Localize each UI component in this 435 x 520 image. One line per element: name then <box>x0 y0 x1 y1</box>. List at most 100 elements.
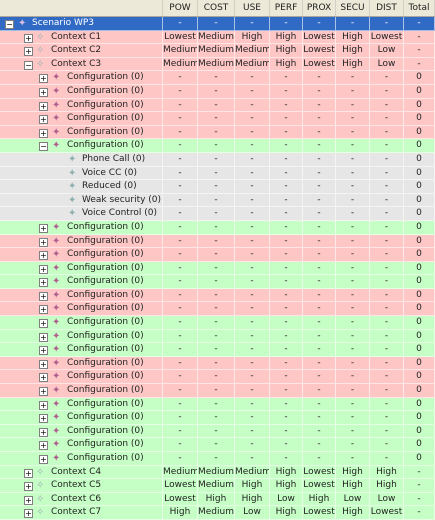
tree-row[interactable]: + ✦ Configuration (0) - - - - - - -0 <box>0 125 435 140</box>
expand-icon[interactable]: + <box>39 441 48 451</box>
tree-row-label: Configuration (0) <box>67 262 144 273</box>
expand-icon[interactable]: + <box>39 387 48 397</box>
tree-row[interactable]: + ✦ Configuration (0) - - - - - - -0 <box>0 370 435 385</box>
tree-row[interactable]: + ✦ Configuration (0) - - - - - - -0 <box>0 302 435 317</box>
expand-icon[interactable]: + <box>39 223 48 233</box>
tree-row-label: Context C5 <box>51 480 102 491</box>
tree-row[interactable]: + ✦ Configuration (0) - - - - - - -0 <box>0 384 435 398</box>
column-header-cost[interactable]: COST <box>198 0 235 16</box>
expand-icon[interactable]: + <box>39 414 48 424</box>
expand-icon[interactable]: + <box>39 346 48 356</box>
cell-use: - <box>235 248 270 261</box>
expand-icon[interactable]: + <box>24 47 33 57</box>
expand-icon[interactable]: + <box>39 319 48 329</box>
cell-use: - <box>235 343 270 356</box>
expand-icon[interactable]: + <box>39 278 48 288</box>
expand-icon[interactable]: + <box>39 101 48 111</box>
tree-row[interactable]: ✦ Phone Call (0) - - - - - - -0 <box>0 152 435 167</box>
tree-row[interactable]: + ✦ Configuration (0) - - - - - - -0 <box>0 248 435 262</box>
expand-icon[interactable]: + <box>39 291 48 301</box>
expand-icon[interactable]: + <box>39 264 48 274</box>
tree-row[interactable]: + ✦ Configuration (0) - - - - - - -0 <box>0 316 435 330</box>
tree-row[interactable]: + ✦ Configuration (0) - - - - - - -0 <box>0 98 435 113</box>
tree-row[interactable]: + ✦ Configuration (0) - - - - - - -0 <box>0 234 435 249</box>
column-header-dist[interactable]: DIST <box>370 0 404 16</box>
tree-row[interactable]: + ✦ Configuration (0) - - - - - - -0 <box>0 261 435 276</box>
column-header-prox[interactable]: PROX <box>303 0 336 16</box>
tree-row-label: Configuration (0) <box>67 344 144 355</box>
cell-perf: - <box>270 356 303 370</box>
expand-icon[interactable]: + <box>39 455 48 464</box>
tree-row[interactable]: + ✧ Context C5 Lowest Medium High High Lowest Hi… <box>0 479 435 493</box>
expand-icon[interactable]: + <box>39 427 48 437</box>
collapse-icon[interactable]: − <box>39 142 48 152</box>
tree-row[interactable]: ✦ Voice Control (0) - - - - - - -0 <box>0 207 435 221</box>
cell-perf: - <box>270 343 303 356</box>
column-header-use[interactable]: USE <box>235 0 270 16</box>
cell-use: - <box>235 220 270 234</box>
tree-row[interactable]: + ✦ Configuration (0) - - - - - - -0 <box>0 288 435 303</box>
column-header-name[interactable] <box>0 0 163 16</box>
tree-row[interactable]: − ✧ Context C3 Medium Medium Medium High Lowest… <box>0 57 435 72</box>
tree-row[interactable]: + ✧ Context C4 Medium Medium Medium High Lowest… <box>0 465 435 480</box>
expand-icon[interactable]: + <box>24 495 33 505</box>
tree-row-name: + ✦ Configuration (0) <box>0 288 163 302</box>
cell-prox: - <box>303 411 336 424</box>
tree-row[interactable]: + ✦ Configuration (0) - - - - - - -0 <box>0 343 435 357</box>
column-header-secu[interactable]: SECU <box>336 0 370 16</box>
tree-row[interactable]: + ✦ Configuration (0) - - - - - - -0 <box>0 411 435 425</box>
expand-icon[interactable]: + <box>39 400 48 410</box>
expand-icon[interactable]: + <box>24 33 33 43</box>
tree-row-name: + ✦ Configuration (0) <box>0 424 163 438</box>
collapse-icon[interactable]: − <box>5 20 14 29</box>
expand-icon[interactable]: + <box>24 468 33 478</box>
expand-icon[interactable]: + <box>39 251 48 261</box>
collapse-icon[interactable]: − <box>24 60 33 70</box>
cell-cost: - <box>198 125 235 139</box>
tree-row[interactable]: ✦ Reduced (0) - - - - - - -0 <box>0 180 435 194</box>
tree-row[interactable]: + ✦ Configuration (0) - - - - - - -0 <box>0 71 435 85</box>
tree-row-label: Configuration (0) <box>67 289 144 300</box>
expand-icon[interactable]: + <box>24 509 33 519</box>
tree-row[interactable]: + ✦ Configuration (0) - - - - - - -0 <box>0 112 435 126</box>
expand-icon[interactable]: + <box>39 359 48 369</box>
tree-row[interactable]: + ✦ Configuration (0) - - - - - - -0 <box>0 329 435 344</box>
tree-row[interactable]: + ✦ Configuration (0) - - - - - - -0 <box>0 452 435 466</box>
tree-row[interactable]: + ✧ Context C6 Lowest High High Low High Low Low - <box>0 492 435 507</box>
tree-row-name: + ✦ Configuration (0) <box>0 411 163 424</box>
expand-icon[interactable]: + <box>39 373 48 383</box>
column-header-perf[interactable]: PERF <box>270 0 303 16</box>
expand-icon[interactable]: + <box>24 482 33 492</box>
expand-icon[interactable]: + <box>39 305 48 315</box>
expand-icon[interactable]: + <box>39 74 48 84</box>
cell-total: - <box>404 465 435 479</box>
tree-row[interactable]: ✦ Voice CC (0) - - - - - - -0 <box>0 166 435 181</box>
cell-total: - <box>404 30 435 44</box>
tree-row[interactable]: + ✦ Configuration (0) - - - - - - -0 <box>0 424 435 439</box>
tree-row[interactable]: + ✦ Configuration (0) - - - - - - -0 <box>0 84 435 99</box>
tree-row[interactable]: + ✧ Context C1 Lowest Medium High High Lowest Hi… <box>0 30 435 45</box>
tree-row[interactable]: + ✦ Configuration (0) - - - - - - -0 <box>0 220 435 235</box>
expand-icon[interactable]: + <box>39 332 48 342</box>
cell-prox: - <box>303 71 336 84</box>
column-header-pow[interactable]: POW <box>163 0 198 16</box>
tree-row[interactable]: + ✧ Context C2 Medium Medium Medium High Lowest… <box>0 44 435 58</box>
expand-icon[interactable]: + <box>39 87 48 97</box>
cell-prox: - <box>303 17 336 30</box>
expand-icon[interactable]: + <box>39 237 48 247</box>
tree-row[interactable]: + ✦ Configuration (0) - - - - - - -0 <box>0 397 435 412</box>
tree-row[interactable]: − ✦ Scenario WP3- - - - - - - - <box>0 17 435 31</box>
tree-row[interactable]: + ✦ Configuration (0) - - - - - - -0 <box>0 356 435 371</box>
cell-prox: - <box>303 220 336 234</box>
tree-row[interactable]: + ✧ Context C7 High Medium Low High Lowest High L… <box>0 506 435 520</box>
cell-perf: - <box>270 452 303 465</box>
tree-row[interactable]: ✦ Weak security (0) - - - - - - -0 <box>0 193 435 208</box>
cell-pow: Medium <box>163 57 198 71</box>
tree-row[interactable]: − ✦ Configuration (0) - - - - - - -0 <box>0 139 435 153</box>
tree-row[interactable]: + ✦ Configuration (0) - - - - - - -0 <box>0 275 435 289</box>
expand-icon[interactable]: + <box>39 115 48 125</box>
context-icon: ✧ <box>36 507 45 519</box>
column-header-total[interactable]: Total <box>404 0 435 16</box>
expand-icon[interactable]: + <box>39 128 48 138</box>
tree-row[interactable]: + ✦ Configuration (0) - - - - - - -0 <box>0 438 435 452</box>
